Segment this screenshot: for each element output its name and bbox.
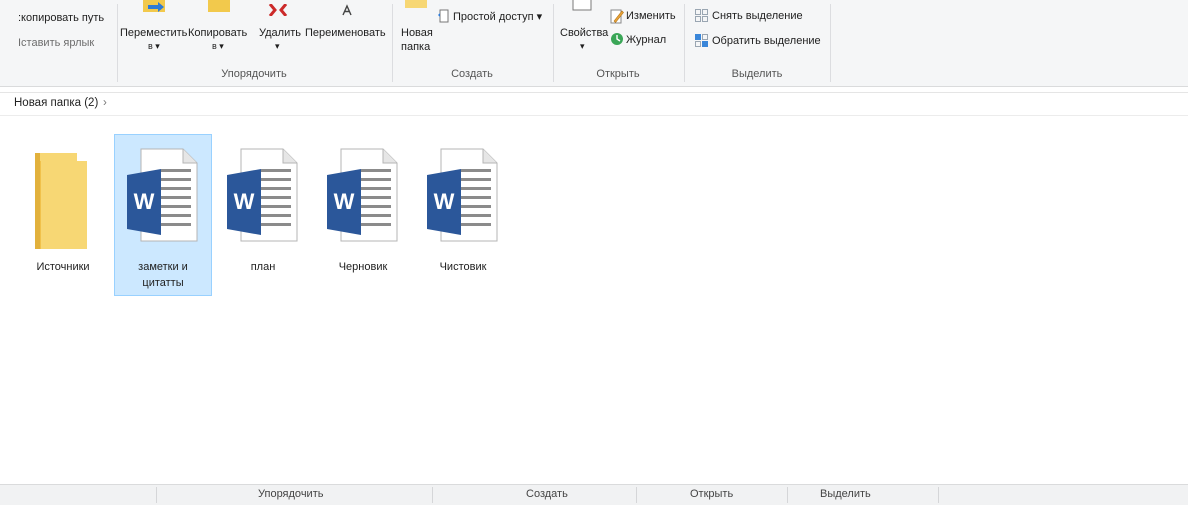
delete-icon (268, 4, 288, 16)
ribbon-group-labels-bar: Упорядочить Создать Открыть Выделить (0, 484, 1188, 505)
easy-access-button[interactable]: Простой доступ ▾ (437, 8, 549, 26)
item-name: Чистовик (439, 261, 487, 273)
breadcrumb-folder[interactable]: Новая папка (2) (14, 97, 98, 109)
select-group: Снять выделение Обратить выделение Выдел… (685, 0, 829, 86)
bottom-separator (787, 487, 788, 503)
delete-button[interactable]: Удалить ▾ (256, 0, 301, 64)
open-group-label: Открыть (596, 68, 640, 80)
move-to-sub: в ▾ (148, 41, 160, 51)
move-to-icon (143, 0, 165, 12)
svg-text:W: W (234, 189, 255, 214)
list-item[interactable]: W Черновик (314, 134, 412, 296)
bottom-separator (432, 487, 433, 503)
organize-group: Переместить в ▾ Копировать в ▾ Удалить ▾… (118, 0, 390, 86)
invert-selection-icon (695, 34, 708, 47)
copy-to-button[interactable]: Копировать в ▾ (186, 0, 248, 64)
word-document-icon: W (427, 148, 498, 242)
properties-label: Свойства (560, 27, 609, 39)
select-none-icon (695, 9, 708, 22)
bottom-separator (156, 487, 157, 503)
item-name: заметки и цитатты (115, 259, 211, 291)
clipboard-group: :копировать путь Iставить ярлык (0, 0, 116, 86)
edit-icon (610, 9, 624, 24)
copy-path-button[interactable]: :копировать путь (18, 12, 104, 24)
item-name-line-2: цитатты (142, 277, 184, 289)
properties-button[interactable]: Свойства ▾ (558, 0, 608, 64)
delete-label: Удалить (259, 27, 301, 39)
rename-button[interactable]: Переименовать (303, 0, 389, 64)
select-group-label: Выделить (731, 68, 783, 80)
create-group: Новая папка Простой доступ ▾ Создать (393, 0, 551, 86)
invert-selection-button[interactable]: Обратить выделение (695, 33, 829, 51)
history-icon (611, 33, 623, 45)
create-group-label: Создать (451, 68, 493, 80)
svg-text:W: W (134, 189, 155, 214)
properties-sub: ▾ (580, 41, 585, 51)
copy-to-sub: в ▾ (212, 41, 224, 51)
list-item[interactable]: W заметки и цитатты (114, 134, 212, 296)
select-none-label: Снять выделение (712, 10, 803, 22)
open-group: Свойства ▾ Изменить Журнал Открыть (554, 0, 682, 86)
easy-access-icon (438, 9, 449, 23)
bottom-select-label: Выделить (820, 488, 871, 500)
list-item[interactable]: W план (214, 134, 312, 296)
item-name-line-1: заметки и (138, 261, 188, 273)
move-to-label: Переместить (120, 27, 188, 39)
ribbon: :копировать путь Iставить ярлык Перемест… (0, 0, 1188, 87)
copy-to-icon (208, 0, 230, 12)
svg-text:W: W (334, 189, 355, 214)
svg-text:W: W (434, 189, 455, 214)
new-folder-label-2: папка (401, 41, 431, 53)
breadcrumb-chevron-icon[interactable]: › (103, 97, 107, 109)
word-document-icon: W (227, 148, 298, 242)
item-name: Черновик (338, 261, 388, 273)
list-item[interactable]: W Чистовик (414, 134, 512, 296)
history-button[interactable]: Журнал (610, 32, 682, 50)
rename-icon (342, 4, 352, 16)
ribbon-separator (830, 4, 831, 82)
file-list: Источники W заметки и цитатты W план W Ч… (0, 118, 1188, 484)
easy-access-label: Простой доступ ▾ (453, 11, 543, 23)
list-item[interactable]: Источники (14, 134, 112, 296)
edit-label: Изменить (626, 10, 676, 22)
folder-icon (35, 153, 87, 249)
address-bar: Новая папка (2) › (0, 92, 1188, 116)
new-folder-label-1: Новая (401, 27, 433, 39)
bottom-create-label: Создать (526, 488, 568, 500)
word-document-icon: W (327, 148, 398, 242)
select-none-button[interactable]: Снять выделение (695, 8, 827, 26)
item-name: план (250, 261, 276, 273)
delete-sub: ▾ (275, 41, 280, 51)
invert-selection-label: Обратить выделение (712, 35, 821, 47)
rename-label: Переименовать (305, 27, 386, 39)
item-name: Источники (36, 261, 90, 273)
bottom-separator (938, 487, 939, 503)
organize-group-label: Упорядочить (221, 68, 287, 80)
edit-button[interactable]: Изменить (610, 8, 682, 26)
bottom-organize-label: Упорядочить (258, 488, 324, 500)
bottom-open-label: Открыть (690, 488, 734, 500)
history-label: Журнал (626, 34, 667, 46)
word-document-icon: W (127, 148, 198, 242)
paste-shortcut-button[interactable]: Iставить ярлык (18, 37, 94, 49)
new-folder-button[interactable]: Новая папка (397, 0, 435, 64)
new-folder-icon (405, 0, 427, 8)
copy-to-label: Копировать (188, 27, 248, 39)
properties-icon (572, 0, 592, 11)
move-to-button[interactable]: Переместить в ▾ (120, 0, 188, 64)
bottom-separator (636, 487, 637, 503)
